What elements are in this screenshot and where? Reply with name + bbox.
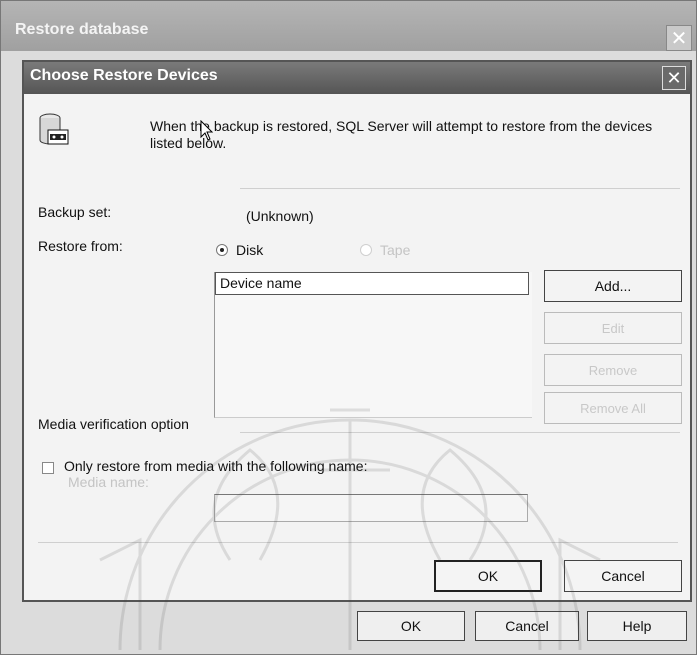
disk-radio-label: Disk xyxy=(236,242,264,258)
close-icon: ✕ xyxy=(670,27,688,50)
database-tape-icon xyxy=(39,113,69,145)
dialog-titlebar: Choose Restore Devices ✕ xyxy=(24,62,690,94)
backup-set-value: (Unknown) xyxy=(246,208,314,224)
separator xyxy=(240,188,680,189)
tape-radio-label: Tape xyxy=(380,242,411,258)
radio-unselected-indicator xyxy=(360,244,372,256)
intro-text: When the backup is restored, SQL Server … xyxy=(150,118,653,151)
radio-selected-indicator xyxy=(216,244,228,256)
outer-window-title: Restore database xyxy=(15,21,149,38)
dialog-close-button[interactable]: ✕ xyxy=(662,66,686,90)
dialog-title: Choose Restore Devices xyxy=(30,67,218,84)
device-name-column-header[interactable]: Device name xyxy=(215,272,529,295)
disk-radio[interactable]: Disk xyxy=(216,242,263,258)
outer-titlebar: Restore database ✕ xyxy=(1,1,696,51)
backup-set-label: Backup set: xyxy=(38,204,112,220)
close-icon: ✕ xyxy=(666,67,682,88)
outer-close-button[interactable]: ✕ xyxy=(666,25,692,51)
restore-from-label: Restore from: xyxy=(38,238,123,254)
mouse-pointer-icon xyxy=(200,120,214,141)
add-button[interactable]: Add... xyxy=(544,270,682,302)
only-restore-checkbox[interactable] xyxy=(42,462,54,474)
tape-radio: Tape xyxy=(360,242,410,258)
university-seal-watermark xyxy=(99,408,601,650)
